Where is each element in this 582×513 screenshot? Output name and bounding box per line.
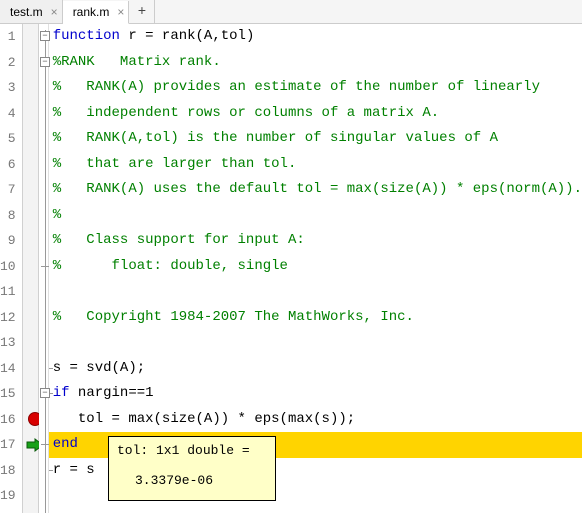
code-line: s = svd(A); bbox=[49, 356, 582, 382]
tooltip-header: tol: 1x1 double = bbox=[117, 441, 269, 461]
tab-label: rank.m bbox=[73, 5, 110, 19]
line-number: 3 bbox=[0, 75, 16, 101]
close-icon[interactable]: × bbox=[117, 6, 124, 18]
line-number: 6 bbox=[0, 152, 16, 178]
code-line: %RANK Matrix rank. bbox=[49, 50, 582, 76]
code-line: % RANK(A) uses the default tol = max(siz… bbox=[49, 177, 582, 203]
line-number: 19 bbox=[0, 483, 16, 509]
breakpoint-gutter[interactable] bbox=[23, 24, 39, 513]
line-number: 2 bbox=[0, 50, 16, 76]
line-number: 12 bbox=[0, 305, 16, 331]
tab-test-m[interactable]: test.m × bbox=[0, 0, 63, 23]
line-number: 10 bbox=[0, 254, 16, 280]
line-number: 13 bbox=[0, 330, 16, 356]
code-line bbox=[49, 330, 582, 356]
tab-label: test.m bbox=[10, 5, 43, 19]
line-number: 11 bbox=[0, 279, 16, 305]
plus-icon: + bbox=[138, 4, 146, 20]
tab-bar: test.m × rank.m × + bbox=[0, 0, 582, 24]
fold-gutter[interactable]: − − − bbox=[39, 24, 49, 513]
variable-tooltip: tol: 1x1 double = 3.3379e-06 bbox=[108, 436, 276, 501]
line-number: 4 bbox=[0, 101, 16, 127]
code-line: % Copyright 1984-2007 The MathWorks, Inc… bbox=[49, 305, 582, 331]
fold-guide bbox=[45, 30, 46, 513]
line-number-gutter: 1 2 3 4 5 6 7 8 9 10 11 12 13 14 15 16 1… bbox=[0, 24, 23, 513]
tab-rank-m[interactable]: rank.m × bbox=[63, 1, 130, 24]
line-number: 16 bbox=[0, 407, 16, 433]
close-icon[interactable]: × bbox=[51, 6, 58, 18]
code-line: % RANK(A) provides an estimate of the nu… bbox=[49, 75, 582, 101]
code-line: % independent rows or columns of a matri… bbox=[49, 101, 582, 127]
code-line: % Class support for input A: bbox=[49, 228, 582, 254]
code-line: % float: double, single bbox=[49, 254, 582, 280]
line-number: 17 bbox=[0, 432, 16, 458]
line-number: 15 bbox=[0, 381, 16, 407]
line-number: 14 bbox=[0, 356, 16, 382]
line-number: 5 bbox=[0, 126, 16, 152]
line-number: 8 bbox=[0, 203, 16, 229]
line-number: 9 bbox=[0, 228, 16, 254]
line-number: 1 bbox=[0, 24, 16, 50]
line-number: 18 bbox=[0, 458, 16, 484]
line-number: 7 bbox=[0, 177, 16, 203]
code-line: if nargin==1 bbox=[49, 381, 582, 407]
code-line: % bbox=[49, 203, 582, 229]
code-editor[interactable]: 1 2 3 4 5 6 7 8 9 10 11 12 13 14 15 16 1… bbox=[0, 24, 582, 513]
code-line: tol = max(size(A)) * eps(max(s)); bbox=[49, 407, 582, 433]
code-line: % that are larger than tol. bbox=[49, 152, 582, 178]
code-line bbox=[49, 279, 582, 305]
code-line: function r = rank(A,tol) bbox=[49, 24, 582, 50]
add-tab-button[interactable]: + bbox=[129, 0, 155, 23]
tooltip-value: 3.3379e-06 bbox=[117, 471, 269, 491]
code-line: % RANK(A,tol) is the number of singular … bbox=[49, 126, 582, 152]
